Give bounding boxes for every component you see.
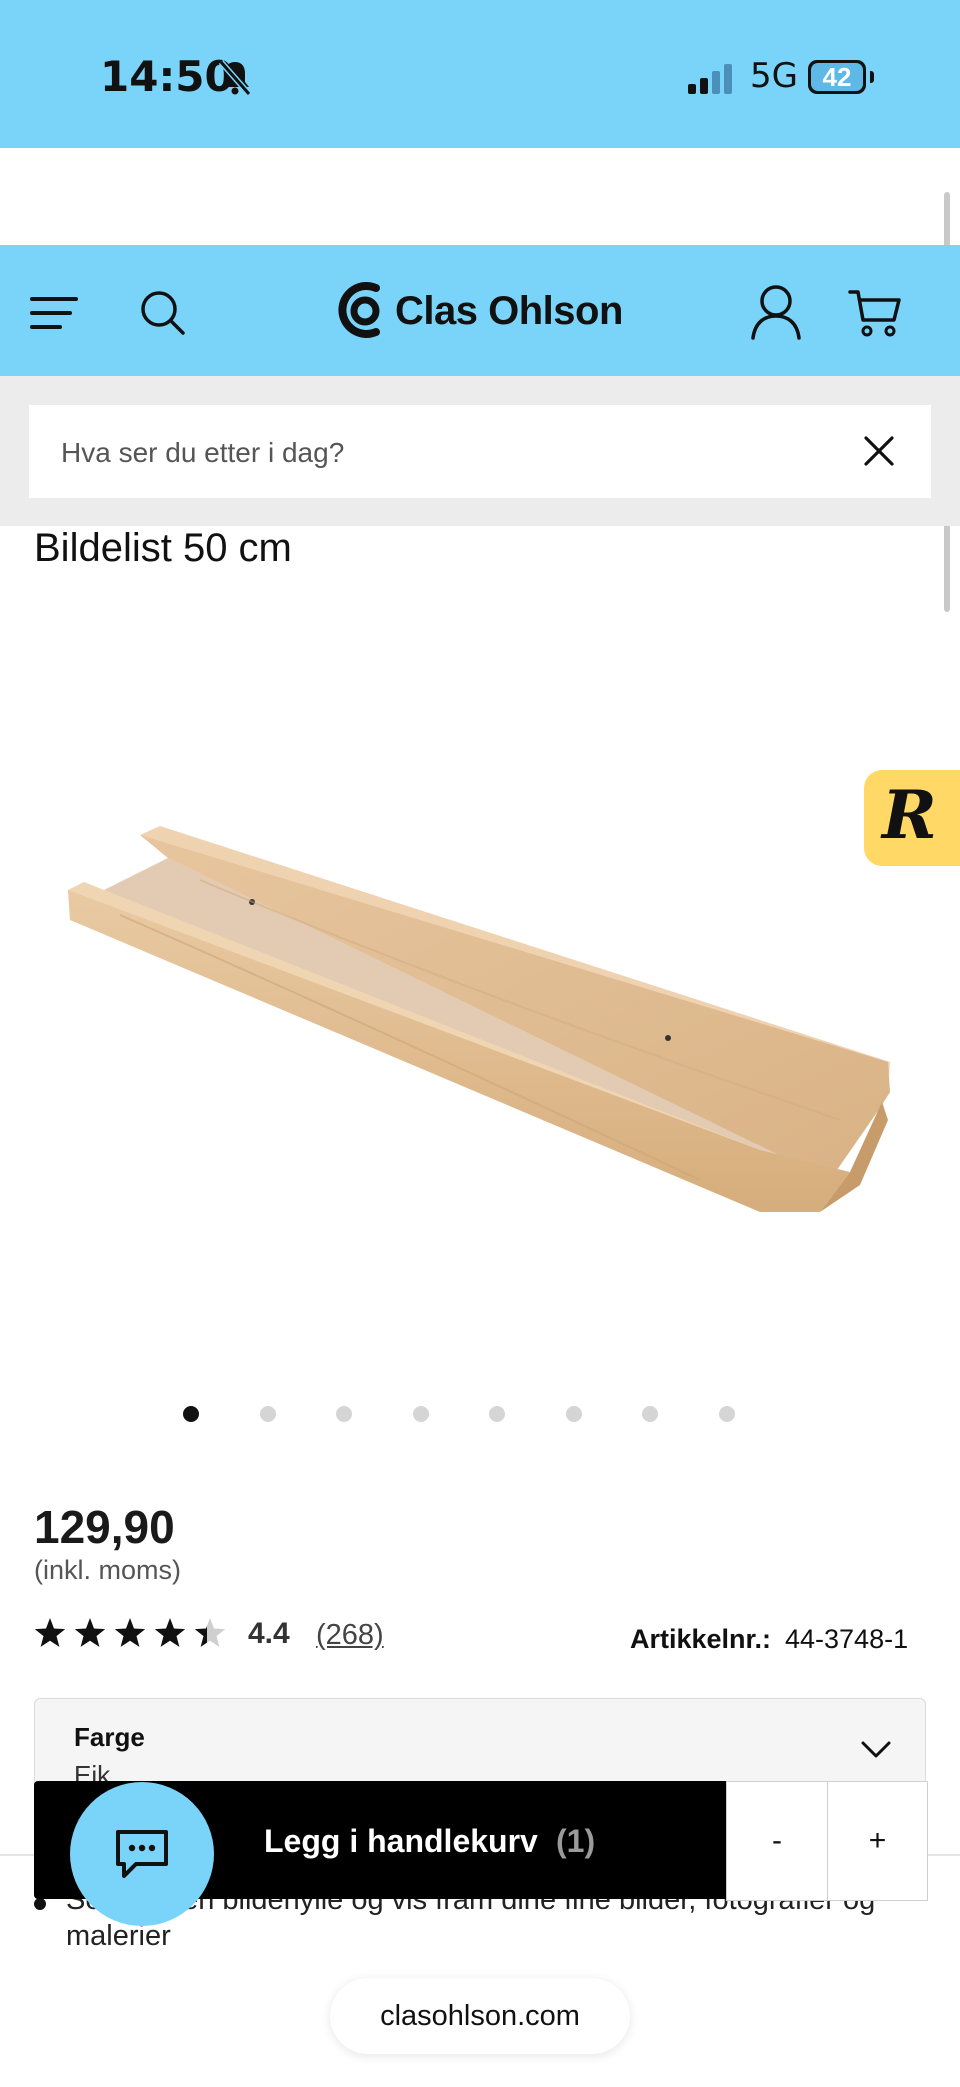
product-title: Bildelist 50 cm [34,526,292,570]
close-icon[interactable] [864,436,894,466]
brand-name[interactable]: Clas Ohlson [395,289,623,334]
decrease-quantity-button[interactable]: - [726,1781,828,1901]
search-icon[interactable] [140,290,186,336]
url-text: clasohlson.com [380,2000,580,2032]
rewards-badge-letter: R [882,776,937,854]
add-to-cart-label: Legg i handlekurv [264,1823,538,1859]
cart-quantity: (1) [556,1823,596,1859]
product-image[interactable] [60,820,900,1220]
star-rating[interactable] [34,1616,234,1652]
browser-spacer [0,148,960,245]
reviews-link[interactable]: (268) [316,1619,384,1652]
carousel-dot[interactable] [259,1406,276,1422]
article-number: 44-3748-1 [785,1624,909,1654]
star-icon [114,1618,146,1647]
account-icon[interactable] [750,284,802,340]
battery-level: 42 [822,62,852,92]
rating-value: 4.4 [248,1617,290,1650]
star-icon [34,1618,66,1647]
carousel-dot[interactable] [718,1406,735,1422]
carousel-dot[interactable] [565,1406,582,1422]
clas-ohlson-logo-icon[interactable] [336,278,388,342]
search-box [29,405,931,500]
bell-muted-icon [218,60,252,96]
increase-quantity-button[interactable]: + [827,1781,928,1901]
cell-signal-icon [688,64,732,94]
star-icon [194,1618,226,1647]
carousel-dot[interactable] [642,1406,658,1422]
bullet [34,1898,46,1910]
article-number-label: Artikkelnr.: [630,1624,772,1654]
product-price: 129,90 [34,1501,175,1553]
chat-icon [116,1830,168,1878]
chevron-down-icon[interactable] [860,1740,892,1760]
star-icon [154,1618,186,1647]
color-label: Farge [74,1722,145,1752]
battery-cap [870,71,874,83]
carousel-dot[interactable] [489,1406,505,1422]
status-time: 14:50 [100,52,234,101]
star-icon [74,1618,106,1647]
menu-icon[interactable] [30,295,78,331]
cart-icon[interactable] [848,288,902,338]
carousel-dot[interactable] [183,1406,199,1422]
vat-note: (inkl. moms) [34,1555,181,1585]
carousel-dot[interactable] [336,1406,352,1422]
carousel-dot[interactable] [412,1406,429,1422]
chat-button[interactable] [70,1782,214,1926]
network-type: 5G [750,56,798,96]
search-input[interactable] [59,405,843,500]
